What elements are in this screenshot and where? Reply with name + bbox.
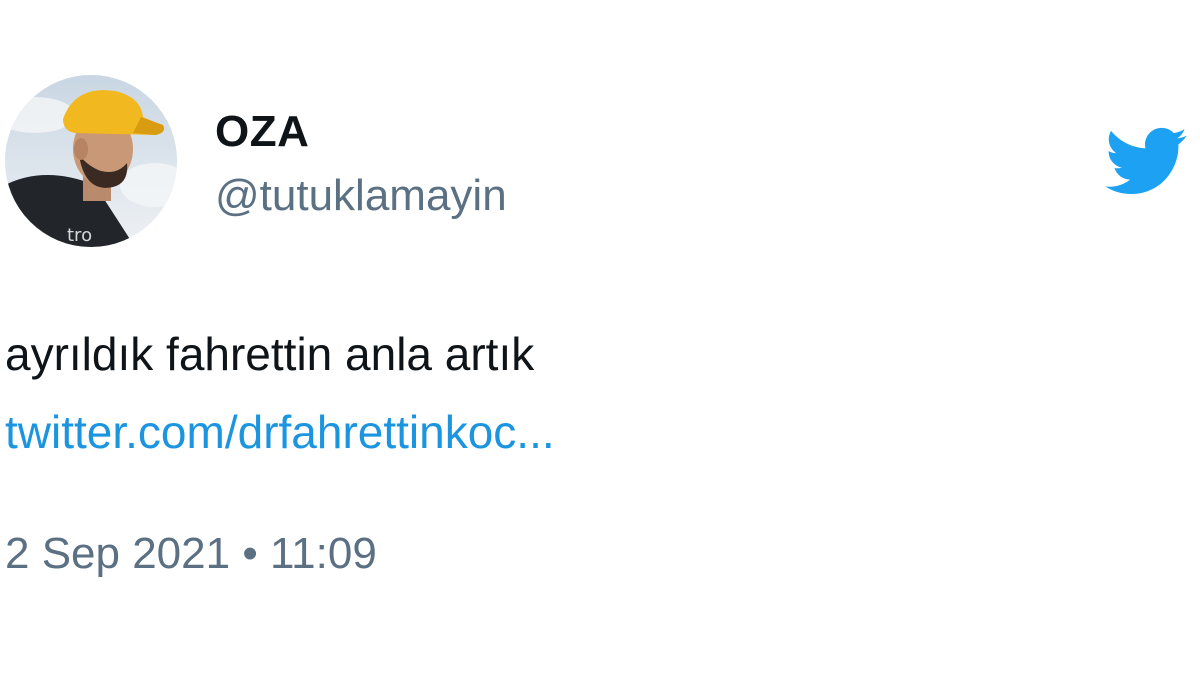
display-name[interactable]: OZA [215, 106, 309, 158]
twitter-bird-icon[interactable] [1096, 118, 1194, 204]
tweet-link[interactable]: twitter.com/drfahrettinkoc... [5, 404, 555, 460]
tweet-timestamp[interactable]: 2 Sep 2021 • 11:09 [5, 528, 377, 580]
user-handle[interactable]: @tutuklamayin [215, 170, 507, 222]
avatar-photo: tro [5, 75, 177, 247]
tweet-card: tro OZA @tutuklamayin ayrıldık fahrettin… [0, 0, 1200, 675]
tweet-text: ayrıldık fahrettin anla artık [5, 328, 535, 380]
avatar[interactable]: tro [5, 75, 177, 247]
svg-text:tro: tro [67, 225, 92, 246]
